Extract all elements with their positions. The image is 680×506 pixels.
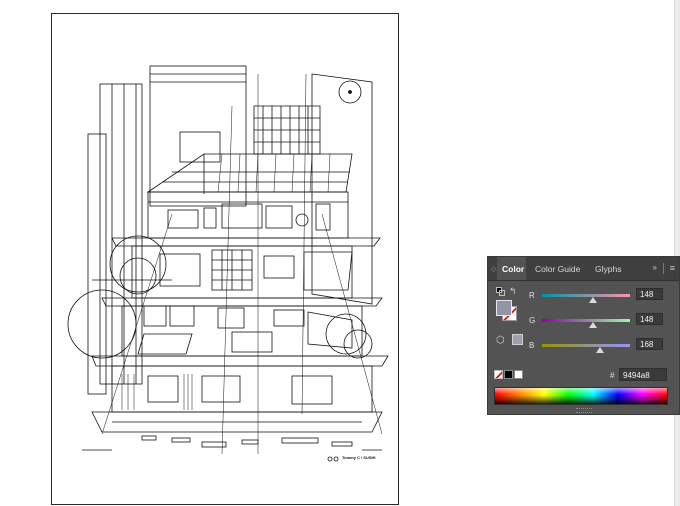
green-slider-thumb[interactable] (589, 322, 598, 328)
panel-tab-bar: ◇ Color Color Guide Glyphs » ≡ (488, 257, 679, 281)
out-of-gamut-warning-icon[interactable]: ⬡ (496, 335, 505, 346)
red-channel-label: R (529, 291, 535, 300)
blue-value-field[interactable]: 168 (636, 338, 663, 350)
artist-signature: Tommy C / SUSHI (342, 455, 376, 460)
none-color-swatch[interactable] (494, 370, 503, 379)
hex-color-field[interactable]: 9494a8 (619, 368, 667, 381)
tab-glyphs[interactable]: Glyphs (590, 257, 626, 280)
default-fill-stroke-icon[interactable] (496, 287, 505, 296)
swap-fill-stroke-icon[interactable]: ↰ (509, 286, 517, 297)
panel-grip-icon[interactable]: ◇ (491, 265, 496, 273)
color-spectrum-bar[interactable] (494, 387, 668, 405)
hex-hash-label: # (610, 371, 615, 380)
right-edge-strip (674, 0, 680, 506)
black-swatch[interactable] (504, 370, 513, 379)
red-slider[interactable] (542, 294, 630, 303)
hamburger-menu-icon[interactable]: ≡ (670, 263, 675, 273)
red-value-field[interactable]: 148 (636, 288, 663, 300)
white-swatch[interactable] (514, 370, 523, 379)
blue-slider[interactable] (542, 344, 630, 353)
panel-divider (663, 263, 664, 274)
green-channel-label: G (529, 316, 536, 325)
tab-color-guide[interactable]: Color Guide (530, 257, 586, 280)
canvas-area[interactable]: Tommy C / SUSHI (0, 0, 680, 506)
green-slider[interactable] (542, 319, 630, 328)
panel-resize-grip[interactable] (576, 408, 592, 413)
gamut-correction-swatch[interactable] (512, 334, 523, 345)
blue-slider-thumb[interactable] (596, 347, 605, 353)
red-slider-thumb[interactable] (589, 297, 598, 303)
blue-channel-label: B (529, 341, 535, 350)
green-value-field[interactable]: 148 (636, 313, 663, 325)
tab-color[interactable]: Color (497, 257, 526, 280)
building-line-illustration (67, 65, 389, 462)
artboard[interactable]: Tommy C / SUSHI (51, 13, 399, 505)
color-panel: ◇ Color Color Guide Glyphs » ≡ ↰ ⬡ R 148… (487, 256, 680, 415)
fill-color-swatch[interactable] (496, 300, 512, 316)
double-chevron-right-icon[interactable]: » (653, 263, 657, 272)
